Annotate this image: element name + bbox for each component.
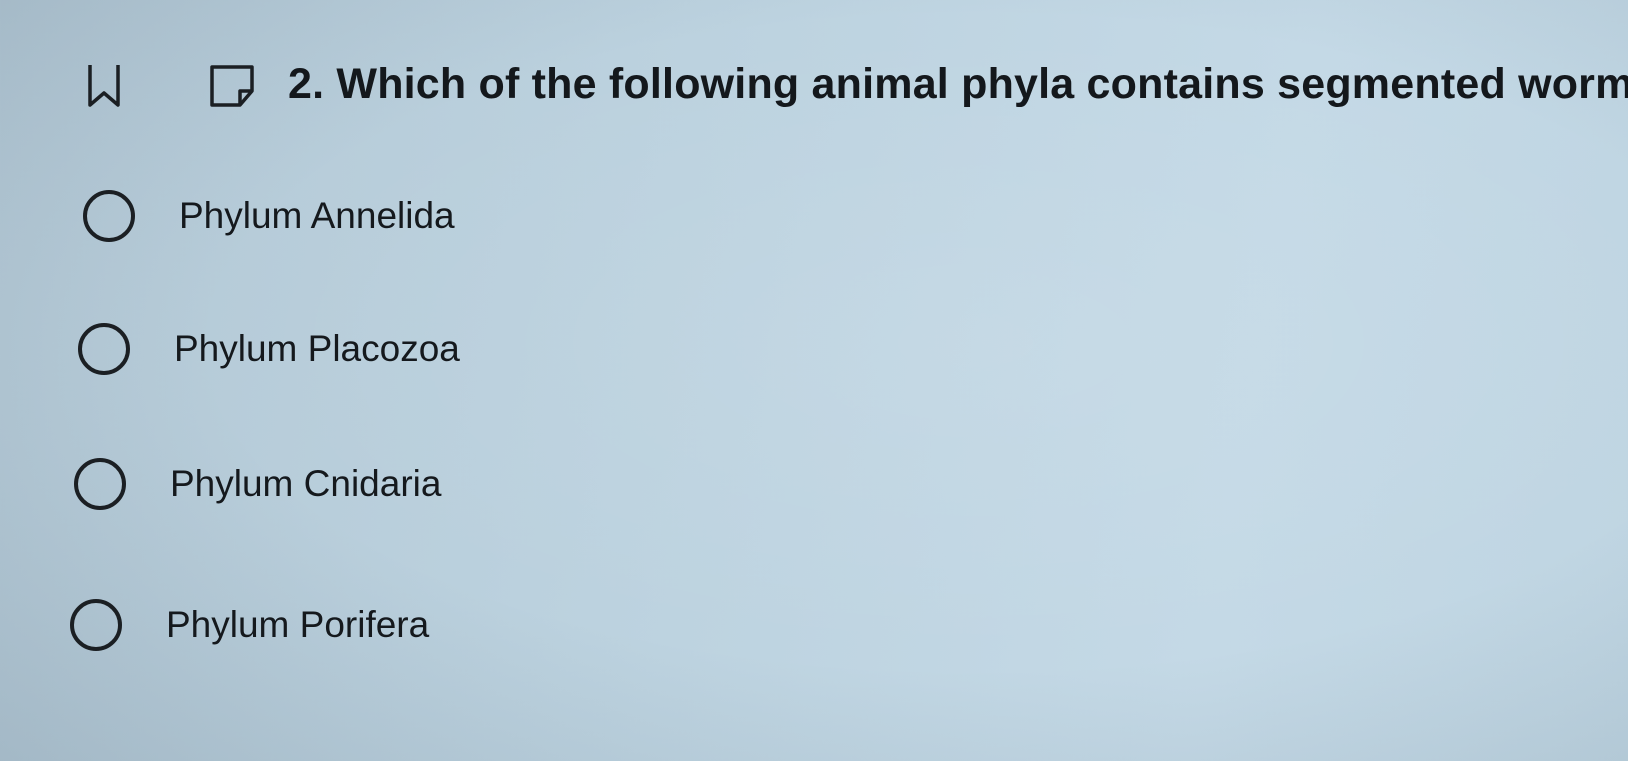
option-label: Phylum Annelida xyxy=(179,195,455,236)
option-label: Phylum Porifera xyxy=(166,604,430,645)
radio-button[interactable] xyxy=(70,599,122,651)
answer-option-cnidaria[interactable]: Phylum Cnidaria xyxy=(74,458,441,510)
note-icon[interactable] xyxy=(206,61,258,109)
option-label: Phylum Cnidaria xyxy=(170,463,442,504)
question-header: 2. Which of the following animal phyla c… xyxy=(80,60,1628,109)
bookmark-icon[interactable] xyxy=(80,61,128,109)
answer-option-placozoa[interactable]: Phylum Placozoa xyxy=(78,323,460,375)
radio-button[interactable] xyxy=(78,323,130,375)
answer-option-annelida[interactable]: Phylum Annelida xyxy=(83,190,455,242)
answer-option-porifera[interactable]: Phylum Porifera xyxy=(70,599,429,651)
option-label: Phylum Placozoa xyxy=(174,328,460,369)
question-text: 2. Which of the following animal phyla c… xyxy=(288,60,1628,108)
radio-button[interactable] xyxy=(74,458,126,510)
radio-button[interactable] xyxy=(83,190,135,242)
